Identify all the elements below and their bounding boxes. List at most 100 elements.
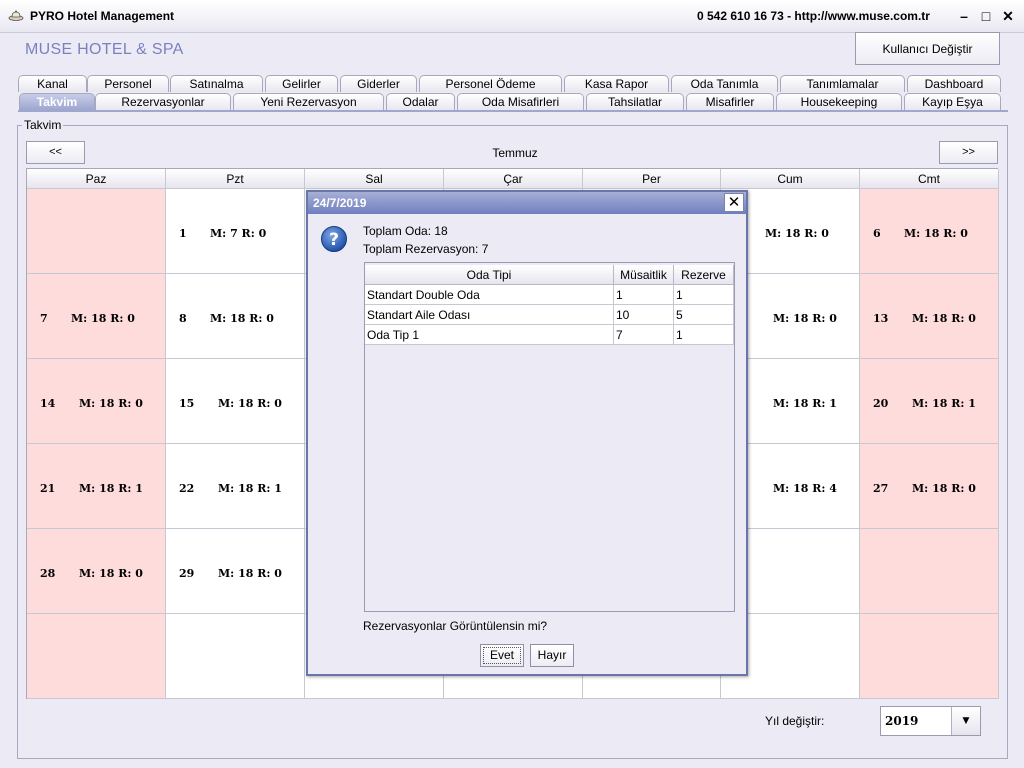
- calendar-day-cell[interactable]: [166, 614, 305, 699]
- table-cell[interactable]: 1: [614, 285, 674, 305]
- availability-stats: M: 18 R: 0: [904, 227, 968, 240]
- tab-oda-misafirleri[interactable]: Oda Misafirleri: [457, 93, 584, 110]
- day-header: Çar: [444, 169, 583, 189]
- day-header: Paz: [27, 169, 166, 189]
- day-header: Pzt: [166, 169, 305, 189]
- calendar-day-cell[interactable]: 13 M: 18 R: 0: [860, 274, 999, 359]
- tab-satinalma[interactable]: Satınalma: [170, 75, 263, 92]
- calendar-day-cell[interactable]: [860, 614, 999, 699]
- maximize-button[interactable]: □: [975, 6, 997, 26]
- calendar-day-cell[interactable]: [27, 614, 166, 699]
- tab-misafirler[interactable]: Misafirler: [686, 93, 774, 110]
- availability-stats: M: 7 R: 0: [210, 227, 267, 240]
- app-icon: [8, 9, 24, 21]
- tab-kasa-rapor[interactable]: Kasa Rapor: [564, 75, 669, 92]
- next-month-button[interactable]: >>: [939, 141, 998, 164]
- day-number: 15: [179, 397, 195, 410]
- tab-odalar[interactable]: Odalar: [386, 93, 455, 110]
- calendar-day-cell[interactable]: 14 M: 18 R: 0: [27, 359, 166, 444]
- table-cell[interactable]: 10: [614, 305, 674, 325]
- tab-divider: [18, 110, 1008, 112]
- calendar-day-cell[interactable]: 15 M: 18 R: 0: [166, 359, 305, 444]
- total-rooms-text: Toplam Oda: 18: [363, 224, 448, 238]
- calendar-group-label: Takvim: [22, 118, 64, 132]
- availability-stats: M: 18 R: 0: [79, 397, 143, 410]
- availability-stats: M: 18 R: 1: [79, 482, 143, 495]
- day-number: 28: [40, 567, 56, 580]
- table-cell[interactable]: Standart Double Oda: [365, 285, 614, 305]
- day-number: 14: [40, 397, 56, 410]
- tab-giderler[interactable]: Giderler: [340, 75, 417, 92]
- close-icon[interactable]: ✕: [724, 193, 744, 212]
- calendar-day-cell[interactable]: 8 M: 18 R: 0: [166, 274, 305, 359]
- availability-stats: M: 18 R: 0: [71, 312, 135, 325]
- availability-stats: M: 18 R: 0: [79, 567, 143, 580]
- availability-stats: M: 18 R: 1: [912, 397, 976, 410]
- tab-personel-odeme[interactable]: Personel Ödeme: [419, 75, 562, 92]
- calendar-day-cell[interactable]: 27 M: 18 R: 0: [860, 444, 999, 529]
- availability-stats: M: 18 R: 0: [218, 397, 282, 410]
- table-cell[interactable]: 1: [674, 285, 734, 305]
- tab-kanal[interactable]: Kanal: [18, 75, 87, 92]
- tab-rezervasyonlar[interactable]: Rezervasyonlar: [95, 93, 231, 110]
- calendar-day-cell[interactable]: 21 M: 18 R: 1: [27, 444, 166, 529]
- calendar-day-cell[interactable]: 20 M: 18 R: 1: [860, 359, 999, 444]
- close-window-button[interactable]: ✕: [997, 6, 1019, 26]
- availability-stats: M: 18 R: 0: [765, 227, 829, 240]
- confirm-question: Rezervasyonlar Görüntülensin mi?: [363, 619, 548, 633]
- calendar-day-cell[interactable]: 6 M: 18 R: 0: [860, 189, 999, 274]
- dialog-title: 24/7/2019: [313, 196, 367, 210]
- table-cell[interactable]: Standart Aile Odası: [365, 305, 614, 325]
- tab-tahsilatlar[interactable]: Tahsilatlar: [586, 93, 684, 110]
- calendar-day-cell[interactable]: [27, 189, 166, 274]
- availability-stats: M: 18 R: 1: [218, 482, 282, 495]
- year-label: Yıl değiştir:: [765, 714, 825, 728]
- column-header-oda-tipi[interactable]: Oda Tipi: [365, 265, 614, 285]
- no-button[interactable]: Hayır: [530, 644, 574, 667]
- year-select[interactable]: 2019 ▼: [880, 706, 981, 736]
- hotel-name: MUSE HOTEL & SPA: [25, 41, 184, 58]
- availability-stats: M: 18 R: 1: [773, 397, 837, 410]
- day-number: 1: [179, 227, 187, 240]
- tab-yeni-rezervasyon[interactable]: Yeni Rezervasyon: [233, 93, 384, 110]
- day-number: 6: [873, 227, 881, 240]
- tab-kayip-esya[interactable]: Kayıp Eşya: [904, 93, 1001, 110]
- table-cell[interactable]: 5: [674, 305, 734, 325]
- tab-housekeeping[interactable]: Housekeeping: [776, 93, 902, 110]
- yes-button[interactable]: Evet: [480, 644, 524, 667]
- column-header-rezerve[interactable]: Rezerve: [674, 265, 734, 285]
- day-number: 29: [179, 567, 195, 580]
- change-user-button[interactable]: Kullanıcı Değiştir: [855, 32, 1000, 65]
- calendar-day-cell[interactable]: [860, 529, 999, 614]
- day-number: 21: [40, 482, 56, 495]
- tab-takvim[interactable]: Takvim: [19, 93, 95, 110]
- table-cell[interactable]: 7: [614, 325, 674, 345]
- day-number: 8: [179, 312, 187, 325]
- calendar-day-cell[interactable]: 7 M: 18 R: 0: [27, 274, 166, 359]
- calendar-day-cell[interactable]: 1 M: 7 R: 0: [166, 189, 305, 274]
- calendar-day-cell[interactable]: 22 M: 18 R: 1: [166, 444, 305, 529]
- minimize-button[interactable]: –: [953, 6, 975, 26]
- day-summary-dialog: 24/7/2019 ✕ ? Toplam Oda: 18 Toplam Reze…: [306, 190, 748, 676]
- column-header-musaitlik[interactable]: Müsaitlik: [614, 265, 674, 285]
- tab-tanimlamalar[interactable]: Tanımlamalar: [780, 75, 905, 92]
- prev-month-button[interactable]: <<: [26, 141, 85, 164]
- room-type-table: Oda Tipi Müsaitlik Rezerve Standart Doub…: [364, 262, 735, 612]
- availability-stats: M: 18 R: 4: [773, 482, 837, 495]
- tab-dashboard[interactable]: Dashboard: [907, 75, 1001, 92]
- calendar-day-cell[interactable]: 29 M: 18 R: 0: [166, 529, 305, 614]
- contact-info: 0 542 610 16 73 - http://www.muse.com.tr: [697, 9, 930, 23]
- day-number: 13: [873, 312, 889, 325]
- day-header: Per: [583, 169, 721, 189]
- month-title: Temmuz: [492, 146, 538, 160]
- tab-personel[interactable]: Personel: [87, 75, 169, 92]
- calendar-day-cell[interactable]: 28 M: 18 R: 0: [27, 529, 166, 614]
- table-cell[interactable]: Oda Tip 1: [365, 325, 614, 345]
- table-cell[interactable]: 1: [674, 325, 734, 345]
- chevron-down-icon[interactable]: ▼: [951, 707, 980, 735]
- day-number: 20: [873, 397, 889, 410]
- availability-stats: M: 18 R: 0: [210, 312, 274, 325]
- tab-oda-tanimla[interactable]: Oda Tanımla: [671, 75, 778, 92]
- tab-gelirler[interactable]: Gelirler: [265, 75, 338, 92]
- svg-text:?: ?: [329, 230, 339, 250]
